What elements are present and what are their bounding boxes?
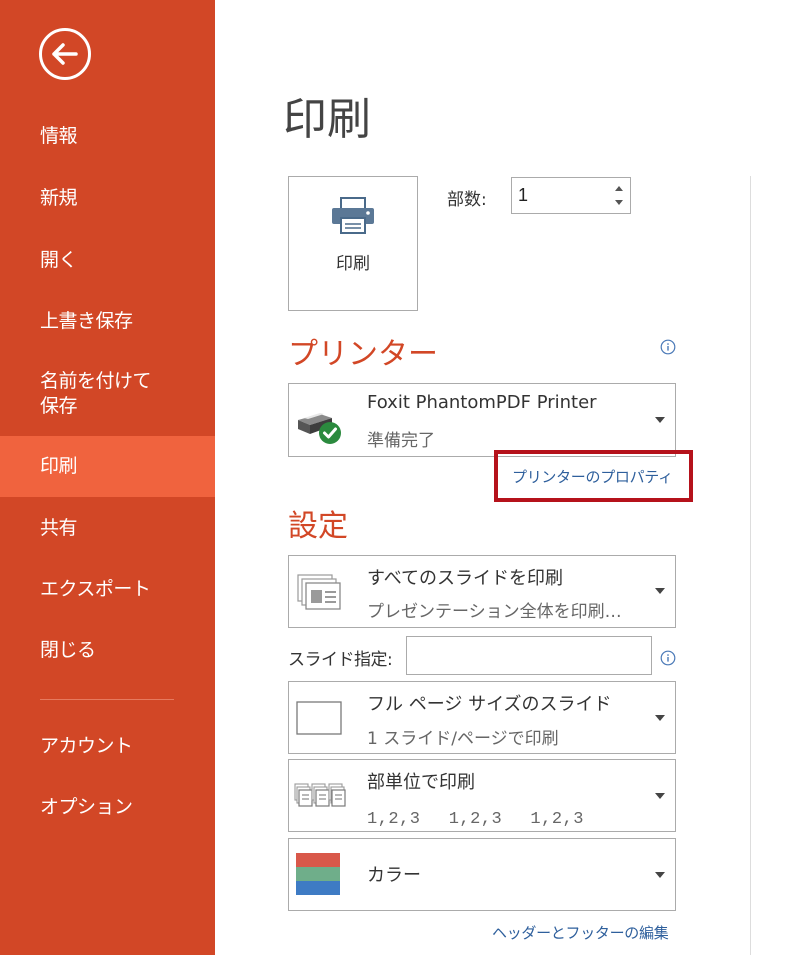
printer-name: Foxit PhantomPDF Printer [367,392,597,413]
printer-status: 準備完了 [367,431,435,451]
color-dropdown[interactable]: カラー [288,838,676,911]
print-button-label: 印刷 [336,254,370,274]
sidebar-item-info[interactable]: 情報 [0,124,215,150]
sidebar-item-export[interactable]: エクスポート [0,577,215,603]
collated-pages-icon [294,783,346,807]
printer-ready-icon [298,413,341,444]
backstage-sidebar: 情報 新規 開く 上書き保存 名前を付けて 保存 印刷 共有 エクスポート 閉じ… [0,0,215,955]
full-page-slide-icon [296,701,342,735]
collate-main: 部単位で印刷 [367,772,475,793]
print-slides-main: すべてのスライドを印刷 [367,568,564,589]
spin-down-icon[interactable] [612,196,626,210]
chevron-down-icon [655,872,665,878]
copies-label: 部数: [447,190,487,210]
sidebar-item-save-as[interactable]: 名前を付けて 保存 [0,369,215,419]
sidebar-item-open[interactable]: 開く [0,248,215,274]
printer-info-icon[interactable] [660,339,676,355]
print-button[interactable]: 印刷 [288,176,418,311]
print-slides-dropdown[interactable]: すべてのスライドを印刷 プレゼンテーション全体を印刷… [288,555,676,628]
slide-layout-main: フル ページ サイズのスライド [367,694,612,715]
spin-up-icon[interactable] [612,181,626,195]
chevron-down-icon [655,588,665,594]
slide-layout-dropdown[interactable]: フル ページ サイズのスライド 1 スライド/ページで印刷 [288,681,676,754]
highlight-annotation [494,450,693,502]
slide-layout-sub: 1 スライド/ページで印刷 [367,729,559,749]
chevron-down-icon [655,793,665,799]
printer-dropdown[interactable]: Foxit PhantomPDF Printer 準備完了 [288,383,676,457]
copies-spinner [511,177,631,214]
back-button[interactable] [38,27,92,81]
color-main: カラー [367,865,421,886]
page-title: 印刷 [283,94,371,145]
chevron-down-icon [655,715,665,721]
printer-icon [332,197,374,234]
sidebar-item-options[interactable]: オプション [0,795,215,821]
back-arrow-icon [39,28,91,80]
sidebar-item-print[interactable]: 印刷 [0,436,215,497]
sidebar-item-share[interactable]: 共有 [0,516,215,542]
color-mode-icon [296,853,340,895]
slides-stack-icon [297,574,341,610]
sidebar-item-new[interactable]: 新規 [0,186,215,212]
slide-spec-label: スライド指定: [288,650,393,670]
settings-heading: 設定 [288,509,348,544]
sidebar-item-close[interactable]: 閉じる [0,638,215,664]
preview-divider [750,176,751,955]
collate-dropdown[interactable]: 部単位で印刷 1,2,3 1,2,3 1,2,3 [288,759,676,832]
collate-sub: 1,2,3 1,2,3 1,2,3 [367,810,584,829]
sidebar-separator [40,699,174,700]
printer-heading: プリンター [288,337,438,372]
slide-spec-info-icon[interactable] [660,650,676,666]
slide-spec-input[interactable] [406,636,652,675]
copies-input[interactable] [518,183,604,207]
sidebar-item-account[interactable]: アカウント [0,734,215,760]
sidebar-item-save[interactable]: 上書き保存 [0,309,215,335]
print-slides-sub: プレゼンテーション全体を印刷… [367,602,622,622]
chevron-down-icon [655,417,665,423]
header-footer-link[interactable]: ヘッダーとフッターの編集 [492,922,669,943]
